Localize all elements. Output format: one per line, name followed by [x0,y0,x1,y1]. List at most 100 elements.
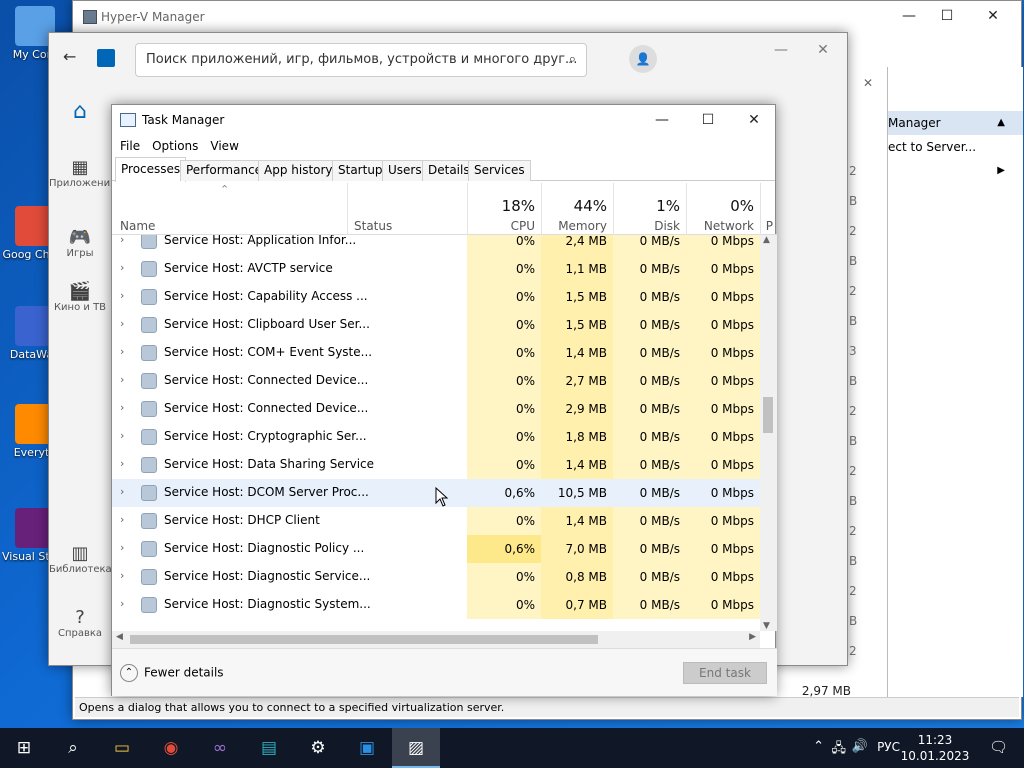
expand-chevron-icon[interactable]: › [120,485,124,498]
task-manager-icon[interactable]: ▨ [392,728,440,768]
horizontal-scroll-thumb[interactable] [130,635,598,644]
table-row[interactable]: › Service Host: Connected Device... 0% 2,9 … [112,395,760,423]
search-icon[interactable]: ⌕ [569,44,576,76]
store-minimize-icon[interactable]: — [759,35,803,65]
table-row[interactable]: › Service Host: Diagnostic System... 0% 0,7… [112,591,760,619]
store-close-icon[interactable]: ✕ [801,35,845,65]
table-row[interactable]: › Service Host: Application Infor... 0% 2,4… [112,235,760,255]
expand-chevron-icon[interactable]: › [120,457,124,470]
volume-icon[interactable]: 🔊 [852,739,868,754]
table-row[interactable]: › Service Host: DHCP Client 0% 1,4 MB 0 MB/s… [112,507,760,535]
language-indicator[interactable]: РУС [877,740,900,754]
table-row[interactable]: › Service Host: Capability Access ... 0% 1,… [112,283,760,311]
start-icon[interactable]: ⊞ [0,728,48,768]
hyperv-actions-pane: Manager ▲ ect to Server... ▶ [887,67,1023,697]
end-task-button[interactable]: End task [683,662,767,684]
table-row[interactable]: › Service Host: Clipboard User Ser... 0% 1,… [112,311,760,339]
tab-app-history[interactable]: App history [258,160,339,181]
table-row[interactable]: › Service Host: Data Sharing Service 0% 1,4… [112,451,760,479]
tab-processes[interactable]: Processes [115,157,187,182]
store-nav-film[interactable]: 🎬 Кино и ТВ [49,281,111,313]
net-value: 0 Mbps [686,423,760,451]
connect-to-server-action[interactable]: ect to Server... [888,135,1023,159]
memory-column-header[interactable]: 44% Memory [541,183,613,235]
tm-close-icon[interactable]: ✕ [732,105,776,135]
net-value: 0 Mbps [686,283,760,311]
tab-performance[interactable]: Performance [180,160,269,181]
expand-chevron-icon[interactable]: › [120,289,124,302]
expand-chevron-icon[interactable]: › [120,429,124,442]
tab-services[interactable]: Services [468,160,531,181]
mem-value: 0,8 MB [541,563,613,591]
user-avatar-icon[interactable]: 👤 [629,45,657,73]
expand-chevron-icon[interactable]: › [120,235,124,246]
expand-chevron-icon[interactable]: › [120,513,124,526]
hyperv-pane-close-icon[interactable]: ✕ [849,69,887,97]
maximize-icon[interactable]: ☐ [925,1,969,31]
scroll-up-icon[interactable]: ▲ [763,235,770,245]
gear-icon [141,457,157,473]
clock[interactable]: 11:23 10.01.2023 [900,732,970,764]
cpu-value: 0% [467,451,541,479]
collapse-icon[interactable]: ▲ [997,111,1005,135]
status-column-header[interactable]: Status [347,183,467,235]
disk-value: 0 MB/s [613,563,686,591]
menu-view[interactable]: View [210,139,238,153]
table-row[interactable]: › Service Host: AVCTP service 0% 1,1 MB 0 MB… [112,255,760,283]
power-column-header[interactable]: P [760,183,777,235]
chrome-icon[interactable]: ◉ [147,728,195,768]
name-column-header[interactable]: ⌃ Name [112,183,347,235]
settings-icon[interactable]: ⚙ [294,728,342,768]
process-name: Service Host: Diagnostic Service... [164,569,371,583]
table-row[interactable]: › Service Host: Diagnostic Policy ... 0,6%… [112,535,760,563]
server-icon[interactable]: ▤ [245,728,293,768]
store-nav-gamepad[interactable]: 🎮 Игры [49,227,111,259]
vertical-scroll-thumb[interactable] [763,397,773,433]
table-row[interactable]: › Service Host: Diagnostic Service... 0% 0,… [112,563,760,591]
task-manager-window: Task Manager — ☐ ✕ File Options View Proce… [111,104,777,696]
cpu-column-header[interactable]: 18% CPU [467,183,541,235]
search-icon[interactable]: ⌕ [49,728,97,768]
table-row[interactable]: › Service Host: Cryptographic Ser... 0% 1,8… [112,423,760,451]
vertical-scrollbar[interactable]: ▲ ▼ [760,235,777,631]
store-nav-library[interactable]: ▥ Библиотека [49,543,112,575]
store-nav-home[interactable]: ⌂ [49,99,111,124]
file-explorer-icon[interactable]: ▭ [98,728,146,768]
scroll-down-icon[interactable]: ▼ [763,621,770,631]
expand-chevron-icon[interactable]: › [120,373,124,386]
table-row[interactable]: › Service Host: COM+ Event Syste... 0% 1,4 … [112,339,760,367]
expand-chevron-icon[interactable]: › [120,345,124,358]
network-column-header[interactable]: 0% Network [686,183,760,235]
store-nav-help[interactable]: ? Справка [49,607,111,639]
tray-chevron-icon[interactable]: ⌃ [813,739,824,754]
tab-users[interactable]: Users [382,160,428,181]
tm-minimize-icon[interactable]: — [640,105,684,135]
store-search-input[interactable]: Поиск приложений, игр, фильмов, устройст… [135,43,587,77]
store-icon[interactable]: ▣ [343,728,391,768]
store-nav-apps[interactable]: ▦ Приложения [49,157,116,189]
hyperv-value: B [849,254,858,268]
actions-submenu[interactable]: ▶ [888,159,1023,183]
fewer-details-button[interactable]: ⌃ Fewer details [120,664,224,682]
tm-maximize-icon[interactable]: ☐ [686,105,730,135]
actions-header[interactable]: Manager ▲ [888,111,1023,135]
expand-chevron-icon[interactable]: › [120,541,124,554]
visual-studio-icon[interactable]: ∞ [196,728,244,768]
tab-startup[interactable]: Startup [332,160,389,181]
scroll-left-icon[interactable]: ◀ [116,632,123,642]
menu-options[interactable]: Options [152,139,198,153]
expand-chevron-icon[interactable]: › [120,317,124,330]
horizontal-scrollbar[interactable]: ◀ ▶ [112,631,760,648]
expand-chevron-icon[interactable]: › [120,597,124,610]
nav-label: Кино и ТВ [53,302,107,313]
disk-column-header[interactable]: 1% Disk [613,183,686,235]
menu-file[interactable]: File [120,139,140,153]
network-icon[interactable]: 🖧 [832,739,847,761]
notification-icon[interactable]: 🗨 [989,738,1008,756]
table-row[interactable]: › Service Host: Connected Device... 0% 2,7 … [112,367,760,395]
expand-chevron-icon[interactable]: › [120,401,124,414]
close-icon[interactable]: ✕ [971,1,1015,31]
expand-chevron-icon[interactable]: › [120,569,124,582]
scroll-right-icon[interactable]: ▶ [749,632,756,642]
expand-chevron-icon[interactable]: › [120,261,124,274]
